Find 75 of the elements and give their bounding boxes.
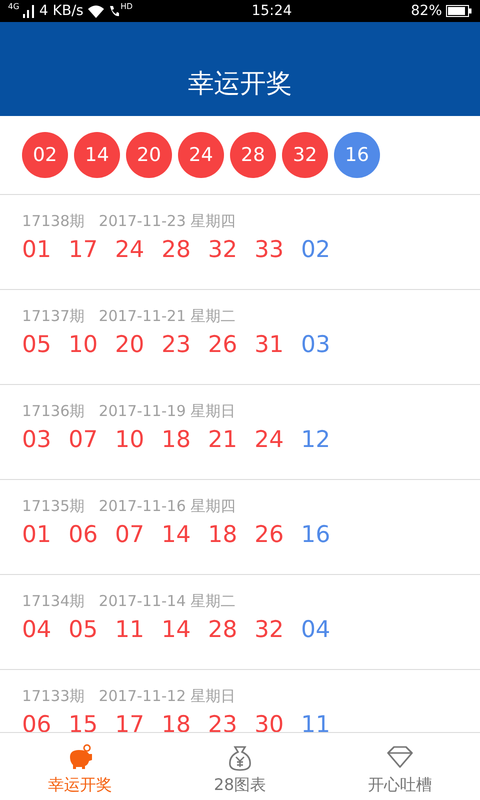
draw-number: 21 [208,426,238,455]
draw-number: 14 [162,616,192,645]
draw-number: 24 [254,426,285,455]
draw-number: 02 [301,236,332,265]
draw-date: 2017-11-19 星期日 [98,401,236,421]
draw-date: 2017-11-21 星期二 [98,306,236,326]
draw-number: 17 [68,236,99,265]
draw-number: 12 [301,426,332,455]
draw-date: 2017-11-23 星期四 [98,211,236,231]
issue-number: 17137期 [22,306,85,326]
diamond-icon [385,743,415,771]
draw-number: 06 [22,711,52,732]
draw-number: 04 [22,616,52,645]
wifi-icon [87,4,106,18]
draw-number: 10 [115,426,146,455]
issue-number: 17134期 [22,591,85,611]
draw-number: 01 [22,521,52,550]
clock: 15:24 [250,2,293,21]
draw-number: 04 [301,616,332,645]
draw-number: 18 [208,521,238,550]
draw-number: 30 [254,711,285,732]
draw-date: 2017-11-16 星期四 [98,496,236,516]
draw-number: 23 [208,711,238,732]
number-ball: 02 [22,132,68,178]
issue-number: 17133期 [22,686,85,706]
battery-percent: 82% [410,2,442,21]
draw-number: 10 [68,331,99,360]
draw-number: 05 [68,616,99,645]
draw-date: 2017-11-12 星期日 [98,686,236,706]
draw-number: 05 [22,331,52,360]
draw-number: 18 [162,711,192,732]
draw-number: 31 [254,331,285,360]
draw-number: 20 [115,331,146,360]
number-ball: 32 [282,132,328,178]
network-label: 4G [8,3,20,11]
draw-number: 14 [162,521,192,550]
draw-number: 15 [68,711,99,732]
signal-icon [23,4,36,18]
issue-number: 17138期 [22,211,85,231]
call-label: HD [120,3,133,11]
number-ball: 14 [74,132,120,178]
issue-number: 17135期 [22,496,85,516]
draw-number: 06 [68,521,99,550]
battery-icon [446,5,472,17]
number-ball: 20 [126,132,172,178]
draw-number: 07 [68,426,99,455]
draw-number: 23 [162,331,192,360]
draw-number: 16 [301,521,332,550]
page-title: 幸运开奖 [188,68,292,100]
draw-date: 2017-11-14 星期二 [98,591,236,611]
draw-number: 28 [162,236,192,265]
draw-number: 11 [301,711,332,732]
draw-number: 11 [115,616,146,645]
number-ball: 28 [230,132,276,178]
draw-number: 07 [115,521,146,550]
draw-number: 33 [254,236,285,265]
draw-number: 26 [208,331,238,360]
draw-number: 32 [208,236,238,265]
draw-number: 32 [254,616,285,645]
draw-number: 28 [208,616,238,645]
draw-number: 18 [162,426,192,455]
tab-button[interactable]: 幸运开奖 [0,733,160,800]
issue-number: 17136期 [22,401,85,421]
draw-number: 03 [22,426,52,455]
number-ball: 24 [178,132,224,178]
draw-number: 03 [301,331,332,360]
tab-button[interactable]: 开心吐槽 [320,733,480,800]
draw-number: 24 [115,236,146,265]
phone-icon [109,5,120,17]
tab-button[interactable]: 28图表 [160,733,320,800]
draw-number: 17 [115,711,146,732]
draw-number: 26 [254,521,285,550]
number-ball: 16 [334,132,380,178]
draw-number: 01 [22,236,52,265]
network-speed: 4 KB/s [39,2,84,21]
